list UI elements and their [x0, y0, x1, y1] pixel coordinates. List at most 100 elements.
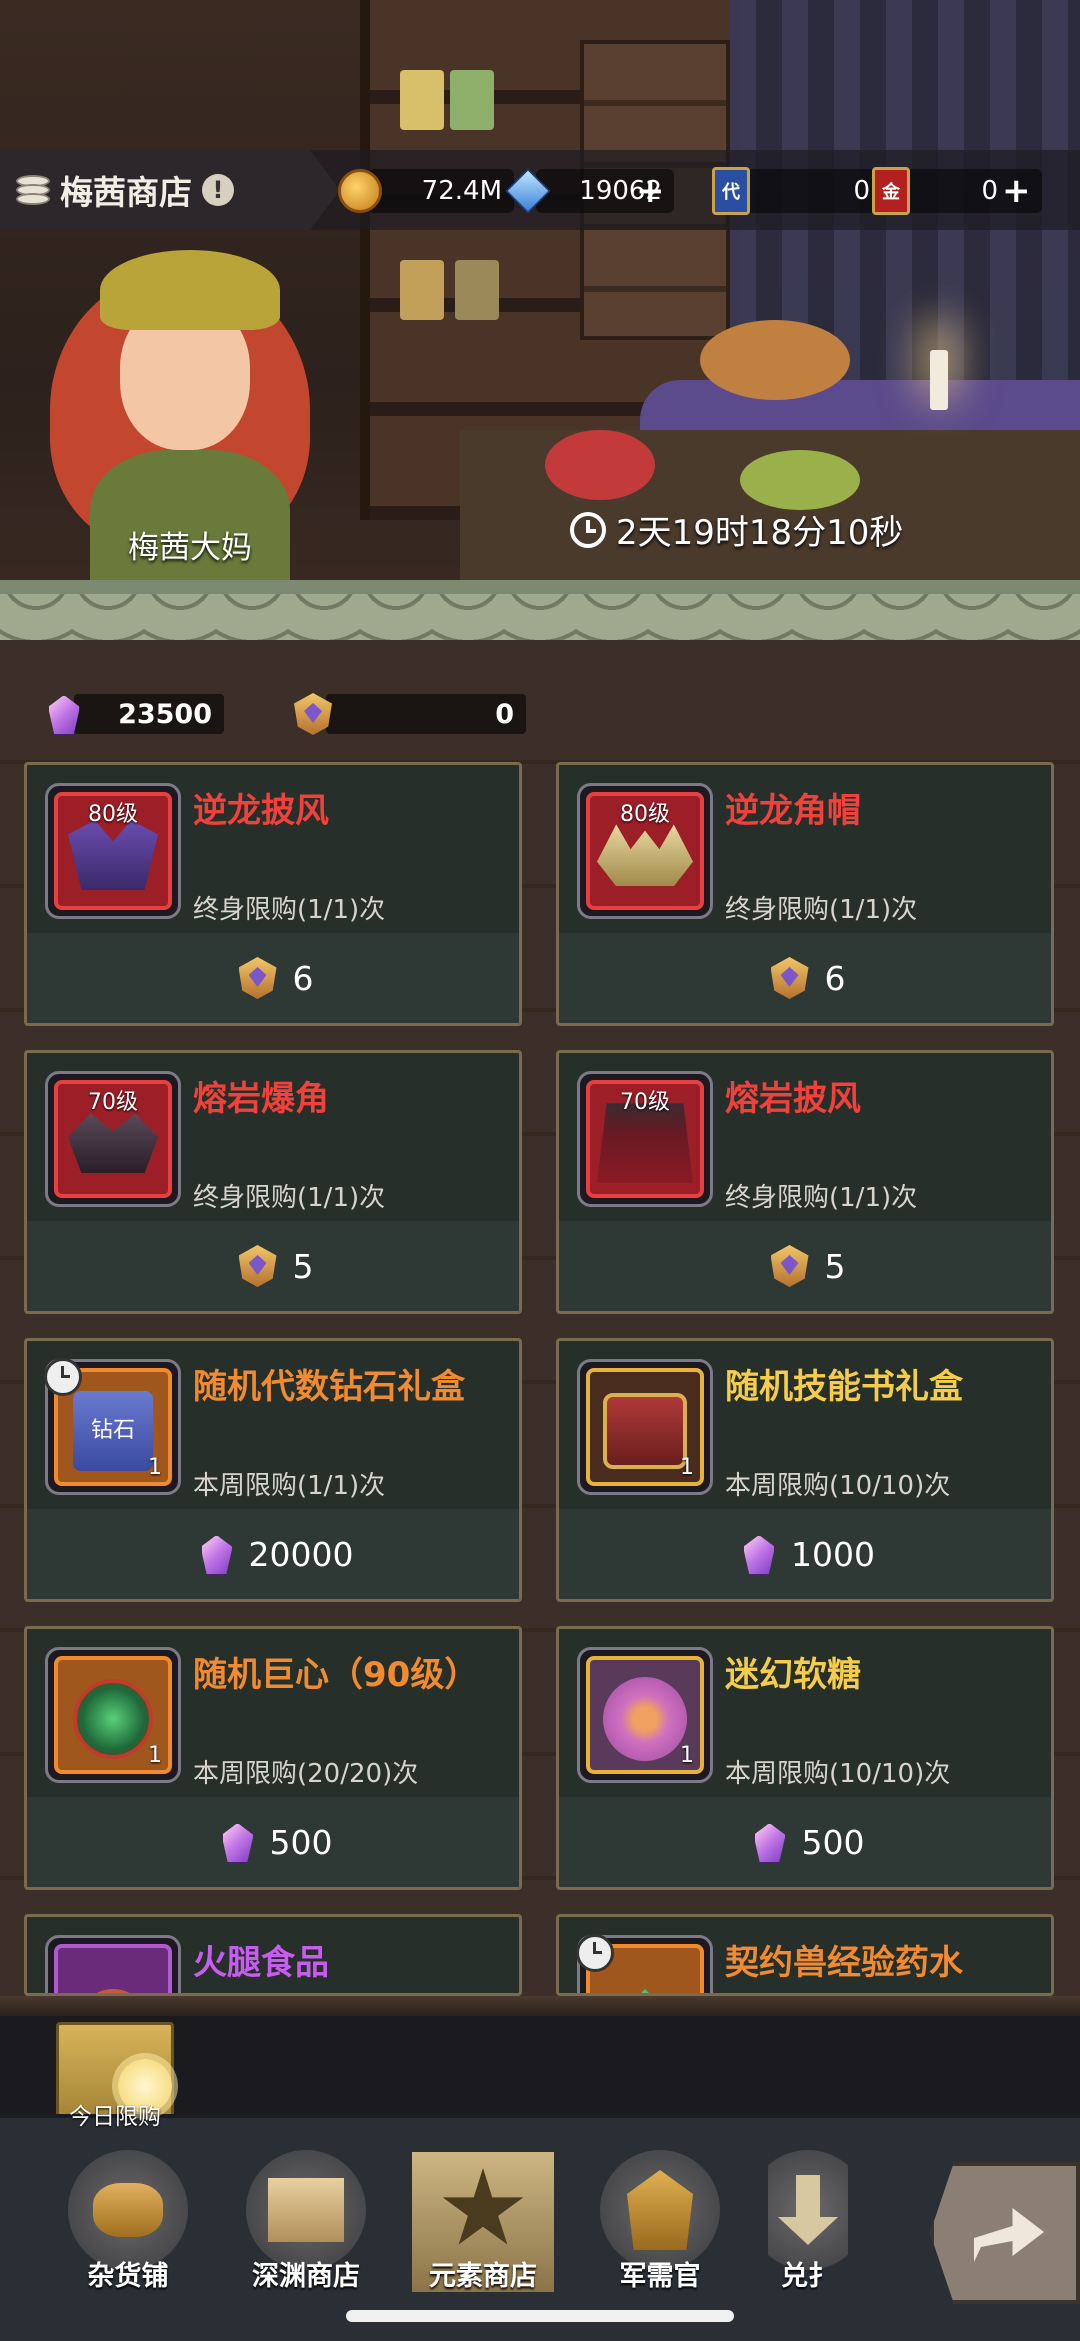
ham-icon: [83, 1989, 143, 1993]
medal-badge-icon: [233, 953, 283, 1003]
item-price: 5: [824, 1246, 846, 1286]
timed-clock-icon: [576, 1934, 614, 1972]
item-limit: 本周限购(10/10)次: [725, 1471, 951, 1501]
item-name: 随机技能书礼盒: [725, 1367, 963, 1407]
awning-strip: [0, 580, 1080, 594]
item-icon-frame: 70级: [577, 1071, 713, 1207]
item-limit: 终身限购(1/1)次: [193, 1183, 386, 1213]
more-tabs-arrow-button[interactable]: [930, 2162, 1080, 2304]
item-limit: 终身限购(1/1)次: [725, 895, 918, 925]
item-limit: 本周限购(1/1)次: [193, 1471, 386, 1501]
coin-stack-icon: [68, 2150, 188, 2270]
resource-crystal: 19062 +: [505, 165, 674, 217]
item-limit: 终身限购(1/1)次: [193, 895, 386, 925]
shop-item-card[interactable]: 1 随机巨心（90级） 本周限购(20/20)次 500: [24, 1626, 522, 1890]
card-dai-value: 0: [742, 169, 882, 213]
price-button[interactable]: 6: [559, 933, 1051, 1023]
add-card-button[interactable]: +: [1002, 171, 1031, 211]
price-button[interactable]: 20000: [27, 1509, 519, 1599]
price-button[interactable]: 5: [559, 1221, 1051, 1311]
shop-item-card[interactable]: 契约兽经验药水: [556, 1914, 1054, 1996]
item-price: 20000: [248, 1534, 354, 1574]
bread-basket: [700, 320, 850, 400]
candy-icon: [603, 1677, 687, 1762]
item-icon-frame: 80级: [45, 783, 181, 919]
potion-icon: [620, 1989, 670, 1993]
tab-label: 元素商店: [429, 2261, 537, 2292]
tab-label: 军需官: [619, 2261, 701, 2292]
item-icon-frame: 70级: [45, 1071, 181, 1207]
tab-grocery[interactable]: 杂货铺: [58, 2150, 198, 2310]
card-dai-icon: 代: [712, 167, 750, 215]
skill-book-chest-icon: [603, 1393, 687, 1470]
lava-horn-icon: [68, 1113, 158, 1174]
item-icon-frame: [45, 1935, 181, 1993]
pink-crystal-value: 23500: [74, 694, 224, 734]
helmet-icon: [600, 2150, 720, 2270]
shop-banner-scene: 梅茜大妈 2天19时18分10秒: [0, 0, 1080, 640]
shelf-jar: [455, 260, 499, 320]
currency-medal: 0: [288, 692, 526, 736]
item-price: 1000: [791, 1534, 875, 1574]
price-button[interactable]: 6: [27, 933, 519, 1023]
item-price: 500: [801, 1822, 865, 1862]
info-icon[interactable]: !: [202, 174, 234, 206]
item-name: 随机巨心（90级）: [193, 1655, 479, 1695]
coins-stack-icon: [16, 175, 50, 205]
home-indicator[interactable]: [346, 2310, 734, 2322]
price-button[interactable]: 5: [27, 1221, 519, 1311]
item-limit: 本周限购(10/10)次: [725, 1759, 951, 1789]
shop-item-card[interactable]: 1 随机技能书礼盒 本周限购(10/10)次 1000: [556, 1338, 1054, 1602]
price-button[interactable]: 1000: [559, 1509, 1051, 1599]
shelf-jar: [450, 70, 494, 130]
item-quantity: 1: [680, 1743, 694, 1768]
tab-element-shop[interactable]: 元素商店: [413, 2150, 553, 2310]
medal-value: 0: [326, 694, 526, 734]
element-star-icon: [423, 2150, 543, 2270]
shop-item-card[interactable]: 70级 熔岩披风 终身限购(1/1)次 5: [556, 1050, 1054, 1314]
resource-card-jin: 金 0 +: [872, 165, 1042, 217]
tab-quartermaster[interactable]: 军需官: [590, 2150, 730, 2310]
medal-badge-icon: [765, 1241, 815, 1291]
timed-clock-icon: [44, 1358, 82, 1396]
shop-item-card[interactable]: 钻石 1 随机代数钻石礼盒 本周限购(1/1)次 20000: [24, 1338, 522, 1602]
shop-item-card[interactable]: 80级 逆龙角帽 终身限购(1/1)次 6: [556, 762, 1054, 1026]
refresh-timer-text: 2天19时18分10秒: [616, 513, 904, 553]
medal-badge-icon: [288, 689, 338, 739]
fruit-basket: [740, 450, 860, 510]
daily-limit-button[interactable]: 今日限购: [56, 2022, 174, 2140]
item-name: 熔岩爆角: [193, 1079, 329, 1119]
pink-crystal-icon: [735, 1531, 781, 1577]
shelf-jar: [400, 260, 444, 320]
shop-item-card[interactable]: 80级 逆龙披风 终身限购(1/1)次 6: [24, 762, 522, 1026]
medal-badge-icon: [233, 1241, 283, 1291]
tab-label: 深渊商店: [252, 2261, 360, 2292]
item-name: 逆龙披风: [193, 791, 329, 831]
horned-helmet-icon: [597, 824, 693, 887]
cloak-icon: [68, 820, 158, 891]
item-icon-frame: 1: [577, 1359, 713, 1495]
item-quantity: 1: [680, 1455, 694, 1480]
item-icon-frame: 1: [577, 1647, 713, 1783]
item-limit: 本周限购(20/20)次: [193, 1759, 419, 1789]
list-bottom-edge: [0, 1996, 1080, 2016]
item-limit: 终身限购(1/1)次: [725, 1183, 918, 1213]
tab-abyss-shop[interactable]: 深渊商店: [236, 2150, 376, 2310]
gift-box-label: 钻石: [90, 1418, 135, 1444]
tab-exchange[interactable]: 兑扌: [768, 2150, 848, 2310]
item-price: 6: [292, 958, 314, 998]
shop-title-tab: 梅茜商店 !: [0, 150, 340, 230]
crate-icon: [246, 2150, 366, 2270]
giant-heart-icon: [73, 1679, 153, 1760]
shop-item-card[interactable]: 火腿食品: [24, 1914, 522, 1996]
add-crystal-button[interactable]: +: [636, 171, 665, 211]
currency-crystal: 23500: [40, 692, 224, 736]
item-name: 契约兽经验药水: [725, 1943, 963, 1983]
npc-name: 梅茜大妈: [128, 530, 252, 566]
price-button[interactable]: 500: [27, 1797, 519, 1887]
item-icon-frame: [576, 1934, 713, 1993]
resource-card-dai: 代 0: [712, 165, 882, 217]
shop-item-card[interactable]: 1 迷幻软糖 本周限购(10/10)次 500: [556, 1626, 1054, 1890]
shop-item-card[interactable]: 70级 熔岩爆角 终身限购(1/1)次 5: [24, 1050, 522, 1314]
price-button[interactable]: 500: [559, 1797, 1051, 1887]
